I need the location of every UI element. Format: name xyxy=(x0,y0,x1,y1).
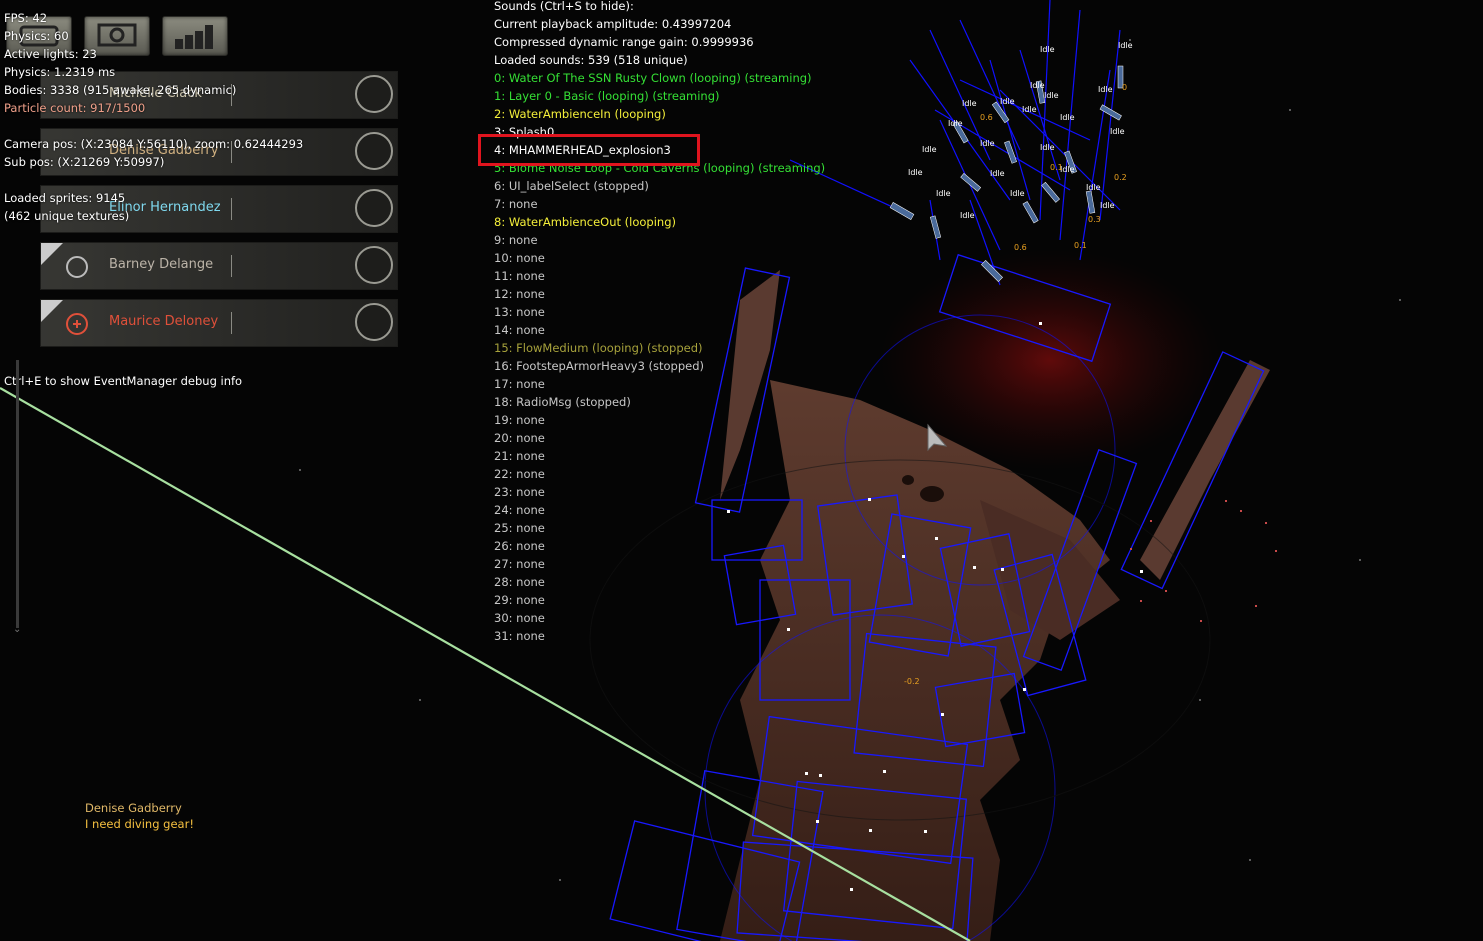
debug-value-label: 0.1 xyxy=(1050,163,1063,172)
sound-channel: 11: none xyxy=(494,269,545,283)
sound-channel: 21: none xyxy=(494,449,545,463)
dynamic-range-gain: Compressed dynamic range gain: 0.9999936 xyxy=(494,35,754,49)
idle-label: Idle xyxy=(1060,113,1075,122)
sound-channel: 26: none xyxy=(494,539,545,553)
debug-info: FPS: 42 Physics: 60 Active lights: 23 Ph… xyxy=(4,9,303,225)
active-lights-readout: Active lights: 23 xyxy=(4,47,97,61)
idle-label: Idle xyxy=(1010,189,1025,198)
idle-label: Idle xyxy=(962,99,977,108)
idle-label: Idle xyxy=(1044,91,1059,100)
order-icon[interactable] xyxy=(355,75,393,113)
idle-label: Idle xyxy=(1040,45,1055,54)
chat-text: I need diving gear! xyxy=(85,817,194,831)
sound-channel: 20: none xyxy=(494,431,545,445)
idle-label: Idle xyxy=(990,169,1005,178)
idle-label: Idle xyxy=(1110,127,1125,136)
swarm-wires xyxy=(789,0,1121,286)
unique-textures-readout: (462 unique textures) xyxy=(4,209,130,223)
sound-channel: 0: Water Of The SSN Rusty Clown (looping… xyxy=(494,71,812,85)
idle-label: Idle xyxy=(948,119,963,128)
sound-channel: 10: none xyxy=(494,251,545,265)
idle-label: Idle xyxy=(1022,105,1037,114)
idle-label: Idle xyxy=(908,168,923,177)
chat-speaker: Denise Gadberry xyxy=(85,801,182,815)
physics-readout: Physics: 60 xyxy=(4,29,69,43)
crew-row[interactable]: Maurice Deloney xyxy=(40,299,398,347)
sub-pos-readout: Sub pos: (X:21269 Y:50997) xyxy=(4,155,165,169)
sound-channel: 19: none xyxy=(494,413,545,427)
sound-channel-list: 0: Water Of The SSN Rusty Clown (looping… xyxy=(494,69,825,643)
sound-channel: 15: FlowMedium (looping) (stopped) xyxy=(494,341,703,355)
loaded-sounds: Loaded sounds: 539 (518 unique) xyxy=(494,53,688,67)
bodies-readout: Bodies: 3338 (915 awake, 265 dynamic) xyxy=(4,83,237,97)
idle-label: Idle xyxy=(922,145,937,154)
speech-bubble-icon xyxy=(41,243,88,278)
sound-channel: 2: WaterAmbienceIn (looping) xyxy=(494,107,666,121)
fps-readout: FPS: 42 xyxy=(4,11,48,25)
crew-name: Maurice Deloney xyxy=(109,314,219,329)
idle-label: Idle xyxy=(1118,41,1133,50)
medic-icon xyxy=(41,300,88,335)
crew-portrait xyxy=(41,300,99,346)
idle-label: Idle xyxy=(1086,183,1101,192)
sound-channel: 17: none xyxy=(494,377,545,391)
idle-label: Idle xyxy=(1030,81,1045,90)
chat-message: Denise Gadberry I need diving gear! xyxy=(85,800,194,832)
loaded-sprites-readout: Loaded sprites: 9145 xyxy=(4,191,126,205)
sound-channel: 1: Layer 0 - Basic (looping) (streaming) xyxy=(494,89,720,103)
sound-channel: 7: none xyxy=(494,197,538,211)
sound-channel: 18: RadioMsg (stopped) xyxy=(494,395,631,409)
debug-value-label: 0.1 xyxy=(1074,241,1087,250)
crew-row[interactable]: Barney Delange xyxy=(40,242,398,290)
sound-channel: 8: WaterAmbienceOut (looping) xyxy=(494,215,676,229)
crew-name: Barney Delange xyxy=(109,257,214,272)
ai-state-labels: IdleIdle IdleIdleIdleIdleIdleIdleIdleIdle… xyxy=(908,41,1133,220)
sound-channel: 22: none xyxy=(494,467,545,481)
debug-value-label: -0.2 xyxy=(904,677,920,686)
sound-channel: 16: FootstepArmorHeavy3 (stopped) xyxy=(494,359,705,373)
divider xyxy=(231,312,232,334)
playback-amplitude: Current playback amplitude: 0.43997204 xyxy=(494,17,732,31)
sound-channel: 6: UI_labelSelect (stopped) xyxy=(494,179,649,193)
debug-value-label: 0.2 xyxy=(1114,173,1127,182)
sound-channel: 27: none xyxy=(494,557,545,571)
debug-value-label: 0.3 xyxy=(1088,215,1101,224)
sound-channel: 23: none xyxy=(494,485,545,499)
sound-channel: 12: none xyxy=(494,287,545,301)
particle-count-readout: Particle count: 917/1500 xyxy=(4,101,146,115)
divider xyxy=(231,255,232,277)
sound-debug-panel: Sounds (Ctrl+S to hide): Current playbac… xyxy=(494,0,825,643)
order-icon[interactable] xyxy=(355,132,393,170)
order-icon[interactable] xyxy=(355,246,393,284)
chevron-down-icon[interactable]: ⌄ xyxy=(13,624,21,635)
crew-portrait xyxy=(41,243,99,289)
physics-time-readout: Physics: 1.2319 ms xyxy=(4,65,116,79)
sounds-header: Sounds (Ctrl+S to hide): xyxy=(494,0,634,13)
camera-pos-readout: Camera pos: (X:23084 Y:56110), zoom: 0.6… xyxy=(4,137,304,151)
sound-channel: 31: none xyxy=(494,629,545,643)
debug-value-label: 0 xyxy=(1122,83,1127,92)
idle-label: Idle xyxy=(1040,143,1055,152)
eventmanager-hint: Ctrl+E to show EventManager debug info xyxy=(4,374,243,388)
highlight-box xyxy=(478,134,700,166)
order-icon[interactable] xyxy=(355,303,393,341)
idle-label: Idle xyxy=(980,139,995,148)
scrollbar[interactable] xyxy=(16,360,19,628)
order-icon[interactable] xyxy=(355,189,393,227)
sound-channel: 13: none xyxy=(494,305,545,319)
sound-channel: 14: none xyxy=(494,323,545,337)
idle-label: Idle xyxy=(1100,201,1115,210)
idle-label: Idle xyxy=(936,189,951,198)
sound-channel: 25: none xyxy=(494,521,545,535)
sound-channel: 24: none xyxy=(494,503,545,517)
debug-value-label: 0.6 xyxy=(1014,243,1027,252)
sound-channel: 29: none xyxy=(494,593,545,607)
sound-channel: 28: none xyxy=(494,575,545,589)
sound-channel: 30: none xyxy=(494,611,545,625)
idle-label: Idle xyxy=(1000,97,1015,106)
debug-value-label: 0.6 xyxy=(980,113,993,122)
idle-label: Idle xyxy=(960,211,975,220)
idle-label: Idle xyxy=(1098,85,1113,94)
sound-channel: 9: none xyxy=(494,233,538,247)
